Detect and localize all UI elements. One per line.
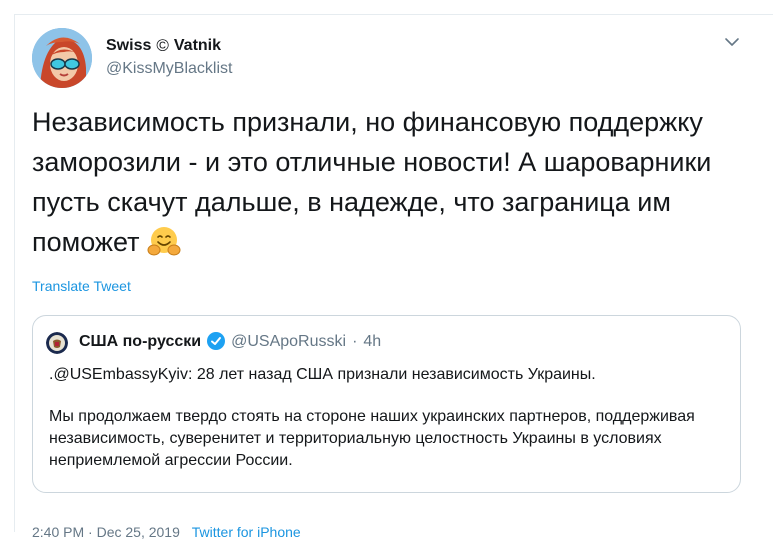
- author-name[interactable]: Swiss © Vatnik: [106, 36, 221, 56]
- quoted-time[interactable]: 4h: [363, 333, 381, 351]
- verified-badge-icon: [207, 332, 226, 352]
- hugging-face-emoji-icon: [147, 225, 181, 257]
- author-name-part1: Swiss: [106, 37, 152, 54]
- author-handle[interactable]: @KissMyBlacklist: [106, 60, 232, 78]
- tweet-footer: 2:40 PM · Dec 25, 2019 Twitter for iPhon…: [32, 524, 301, 540]
- quoted-separator: ·: [352, 333, 358, 350]
- copyright-icon: ©: [156, 36, 169, 55]
- tweet-source-link[interactable]: Twitter for iPhone: [192, 524, 301, 540]
- tweet-text: Независимость признали, но финансовую по…: [32, 102, 732, 262]
- quoted-text-line1: .@USEmbassyKyiv: 28 лет назад США призна…: [49, 366, 596, 383]
- quoted-body: .@USEmbassyKyiv: 28 лет назад США призна…: [49, 364, 729, 472]
- tweet-timestamp[interactable]: 2:40 PM · Dec 25, 2019: [32, 524, 180, 540]
- quoted-text-paragraph: Мы продолжаем твердо стоять на стороне н…: [49, 408, 695, 469]
- chevron-down-icon[interactable]: [722, 32, 742, 52]
- author-avatar[interactable]: [32, 28, 92, 88]
- translate-tweet-link[interactable]: Translate Tweet: [32, 278, 131, 294]
- quoted-author-name[interactable]: США по-русски: [79, 333, 201, 351]
- us-seal-avatar-icon: [46, 332, 68, 354]
- tweet-text-content: Независимость признали, но финансовую по…: [32, 107, 719, 257]
- quoted-author-handle[interactable]: @USApoRusski: [231, 333, 346, 351]
- quoted-tweet[interactable]: США по-русски @USApoRusski · 4h .@USEmba…: [32, 315, 741, 493]
- author-name-part2: Vatnik: [173, 37, 222, 54]
- quoted-header: США по-русски @USApoRusski · 4h: [79, 332, 381, 352]
